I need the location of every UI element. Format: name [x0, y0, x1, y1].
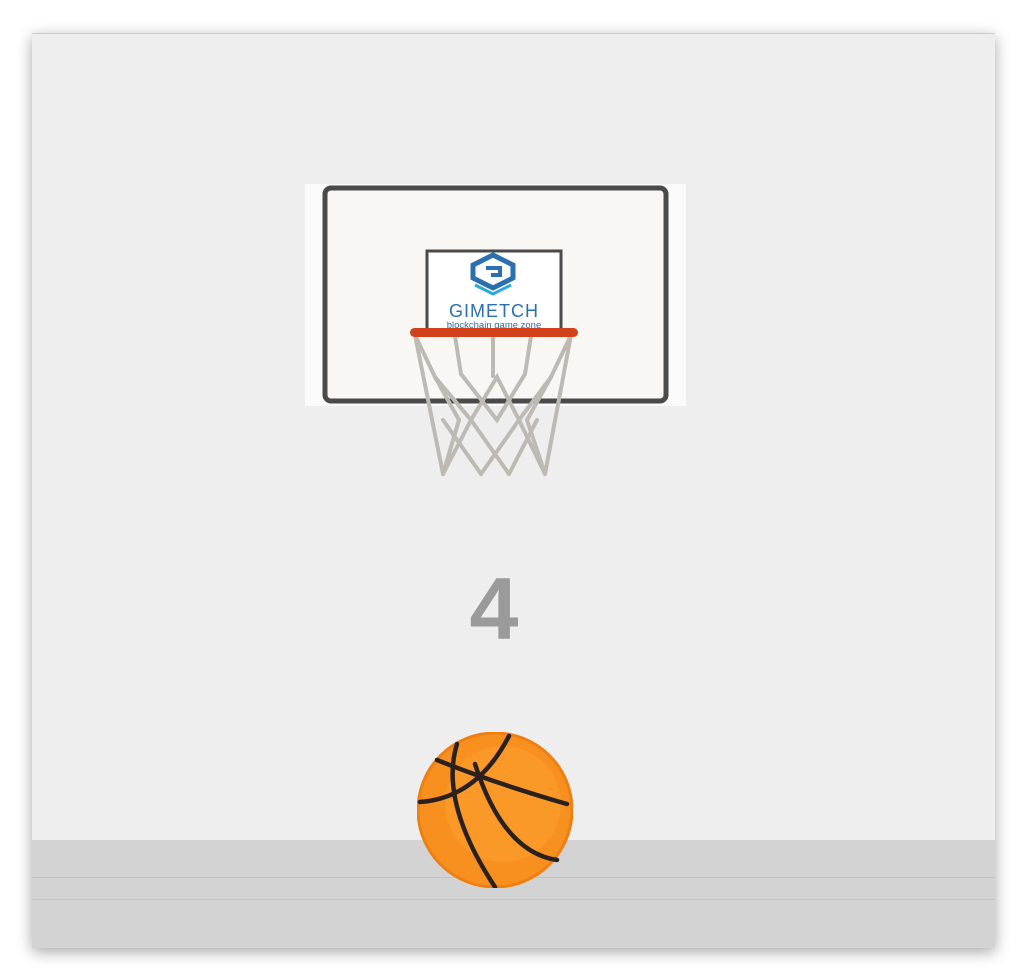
score-display: 4 — [469, 559, 519, 658]
game-stage[interactable]: GIMETCH blockchain game zone 4 — [32, 33, 995, 948]
logo-brand: GIMETCH — [449, 301, 539, 321]
basketball-hoop: GIMETCH blockchain game zone — [305, 184, 686, 476]
basketball-icon[interactable] — [417, 732, 573, 888]
floor-line-lower — [32, 899, 995, 900]
hoop-rim — [410, 328, 578, 337]
